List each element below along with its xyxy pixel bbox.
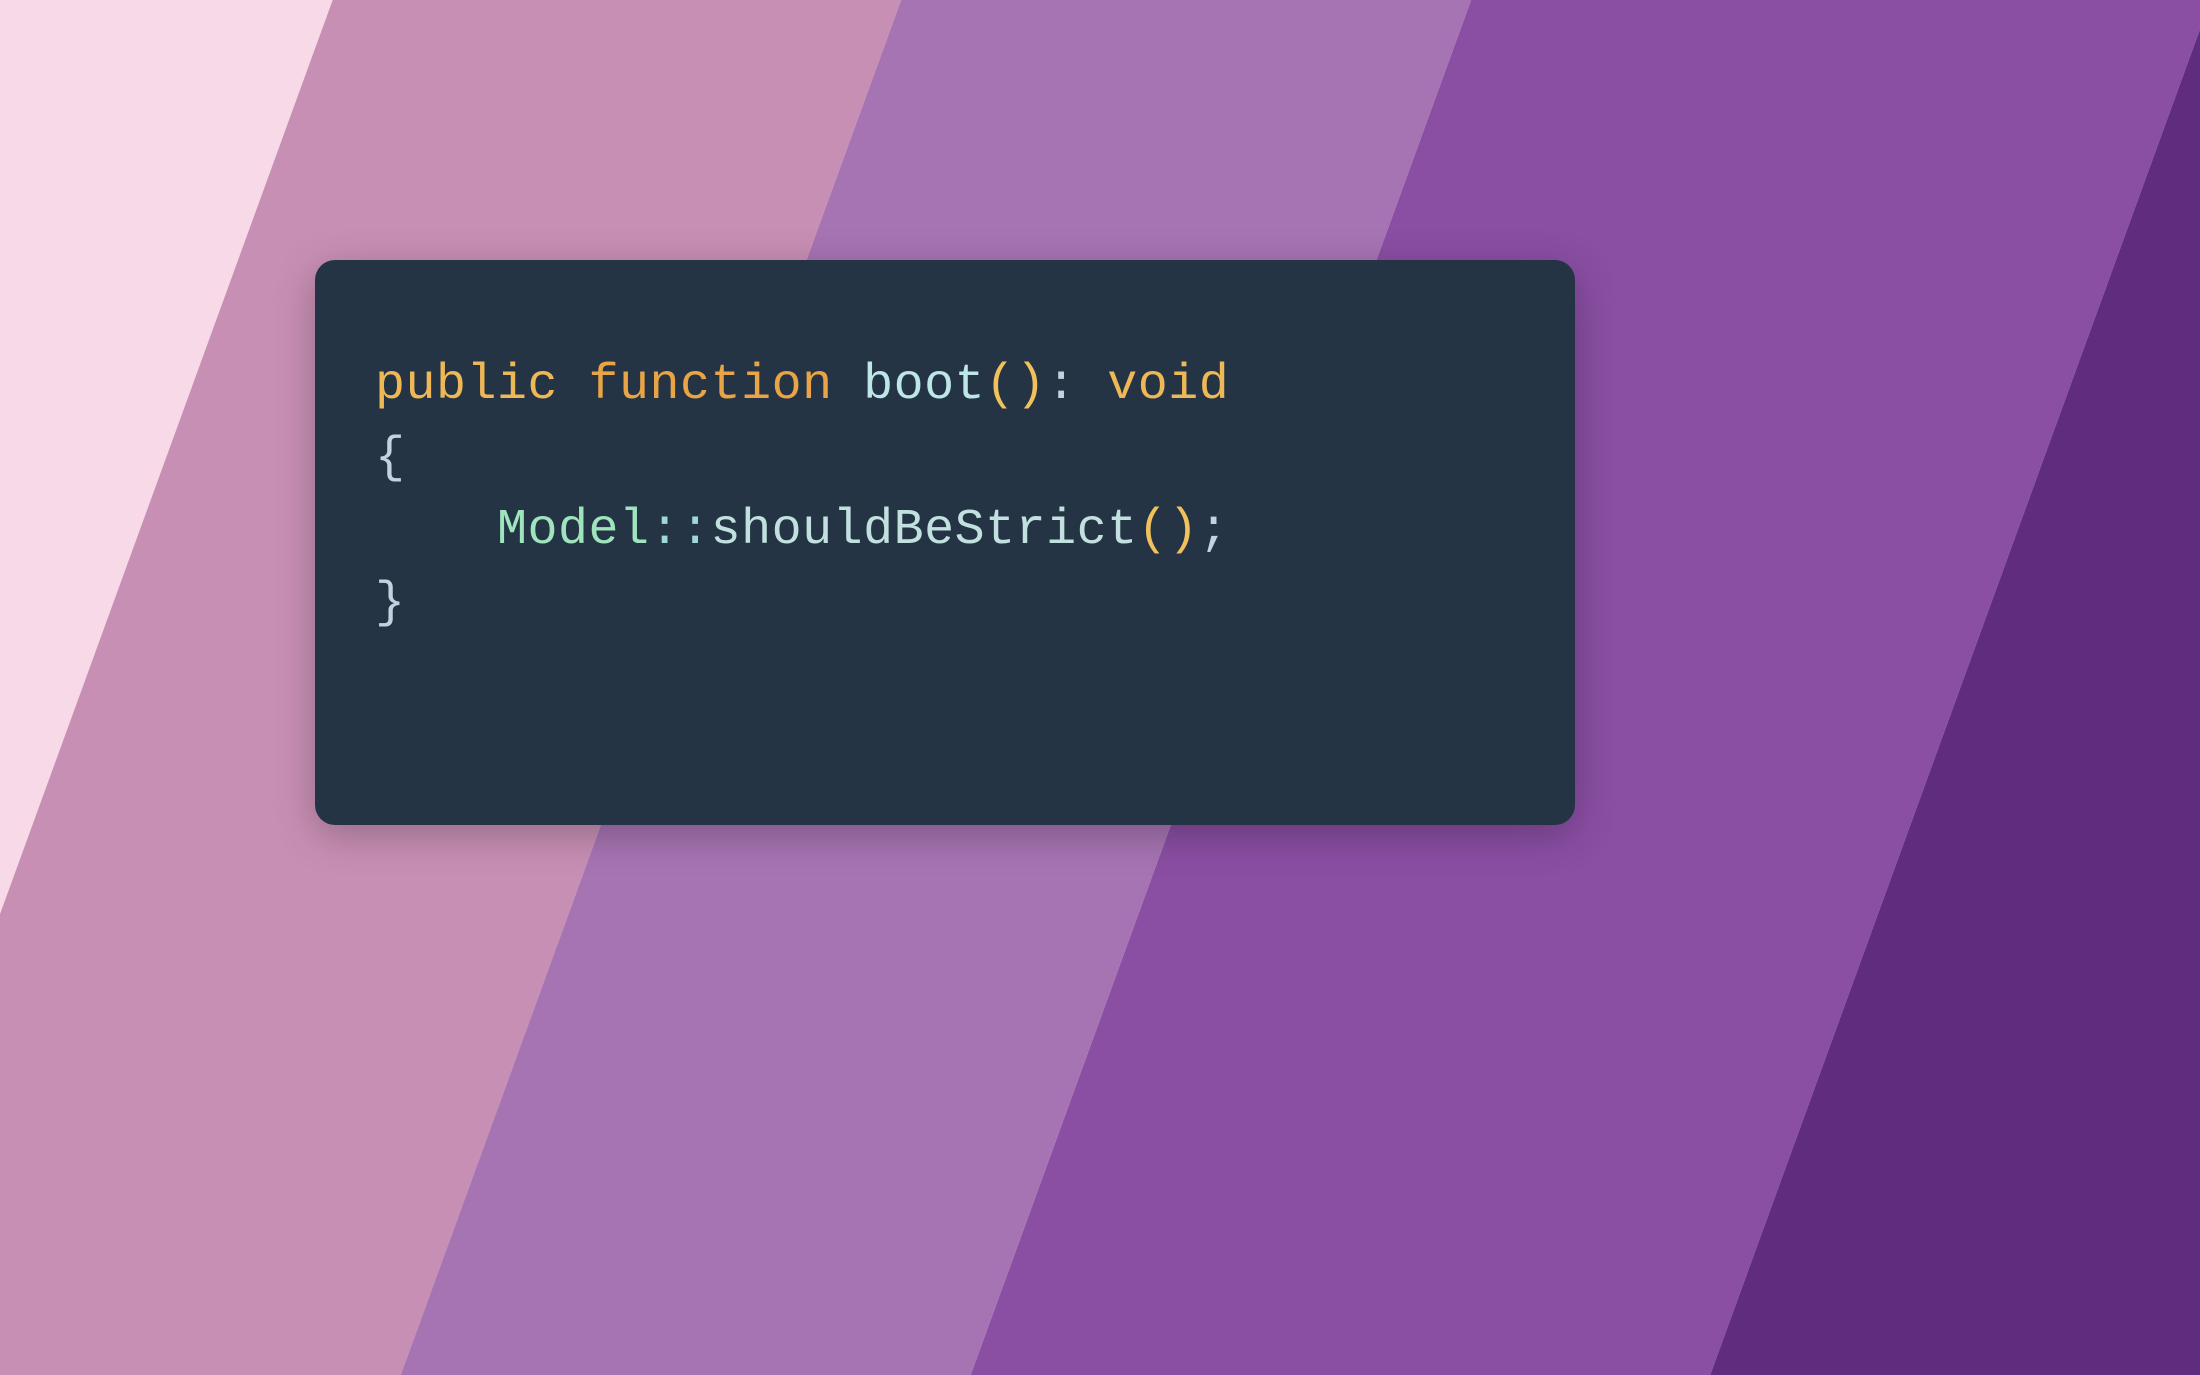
code-line-4: } [375, 568, 1515, 641]
open-brace: { [375, 430, 406, 487]
close-brace: } [375, 575, 406, 632]
return-type: void [1107, 357, 1229, 414]
function-name: boot [863, 357, 985, 414]
code-line-1: public function boot(): void [375, 350, 1515, 423]
keyword-public: public [375, 357, 558, 414]
code-line-3: Model::shouldBeStrict(); [375, 495, 1515, 568]
class-name: Model [497, 502, 650, 559]
scope-operator: :: [650, 502, 711, 559]
parentheses: () [1138, 502, 1199, 559]
parentheses: () [985, 357, 1046, 414]
code-snippet-card: public function boot(): void { Model::sh… [315, 260, 1575, 825]
method-name: shouldBeStrict [711, 502, 1138, 559]
semicolon: ; [1199, 502, 1230, 559]
keyword-function: function [589, 357, 833, 414]
colon: : [1046, 357, 1077, 414]
code-line-2: { [375, 423, 1515, 496]
